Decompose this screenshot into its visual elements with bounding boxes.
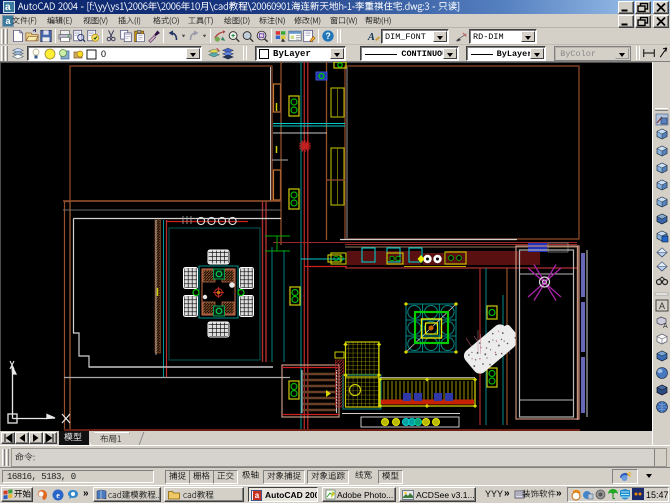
svg-text:A: A [659,301,665,311]
svg-text:e: e [56,491,60,500]
svg-text:A: A [367,32,375,43]
svg-text:?: ? [325,31,330,41]
svg-text:A: A [663,323,668,330]
